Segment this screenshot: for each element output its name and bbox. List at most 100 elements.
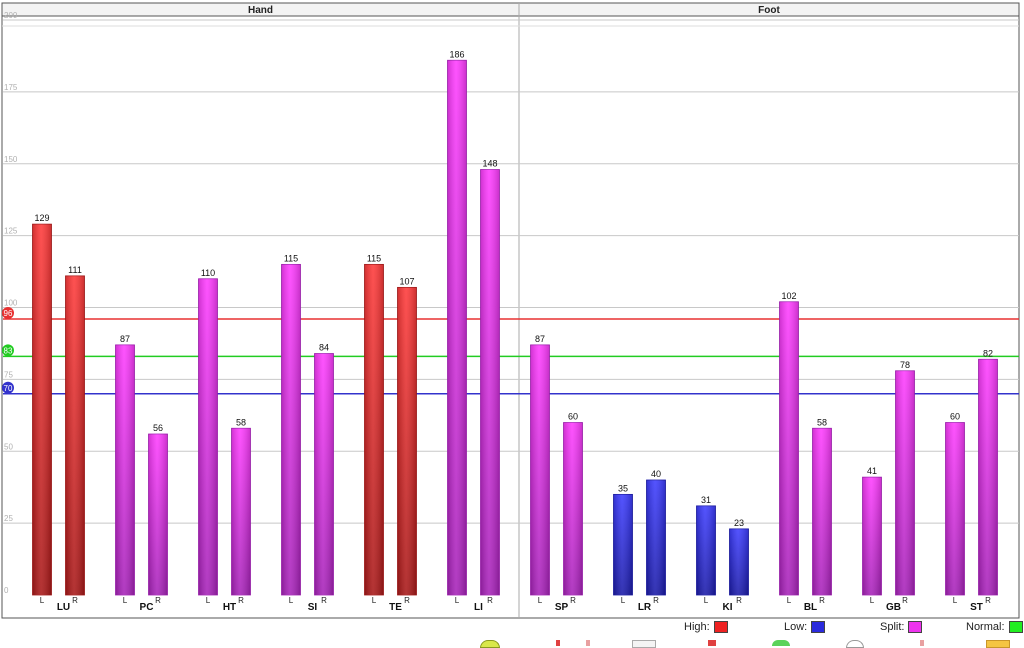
group-label-lr: LR — [638, 602, 652, 613]
bar-gb-r-shade — [895, 370, 915, 595]
y-tick-0: 0 — [4, 586, 9, 595]
bar-sp-r-shade — [563, 422, 583, 595]
toolbar-green-icon[interactable] — [772, 640, 790, 646]
value-label-pc-r: 56 — [153, 423, 163, 433]
side-label-si-r: R — [321, 596, 327, 605]
value-label-te-l: 115 — [367, 253, 381, 263]
side-label-te-r: R — [404, 596, 410, 605]
bar-li-l-shade — [447, 60, 467, 595]
value-label-lu-l: 129 — [34, 213, 49, 223]
y-tick-50: 50 — [4, 442, 13, 451]
side-label-te-l: L — [372, 596, 377, 605]
toolbar-folder-icon[interactable] — [986, 640, 1010, 648]
reference-label-83: 83 — [4, 346, 13, 355]
bar-st-l-shade — [945, 422, 965, 595]
side-label-st-l: L — [953, 596, 958, 605]
y-tick-125: 125 — [4, 227, 18, 236]
toolbar-bars-icon[interactable] — [708, 640, 716, 646]
side-label-lr-r: R — [653, 596, 659, 605]
bar-ki-l-shade — [696, 505, 716, 595]
legend-label-high: High: — [684, 621, 710, 633]
y-tick-150: 150 — [4, 155, 18, 164]
group-label-ki: KI — [723, 602, 733, 613]
bar-ht-r-shade — [231, 428, 251, 595]
bar-ht-l-shade — [198, 278, 218, 595]
value-label-ht-l: 110 — [201, 268, 215, 278]
bar-te-r-shade — [397, 287, 417, 595]
side-label-sp-r: R — [570, 596, 576, 605]
value-label-lu-r: 111 — [68, 265, 82, 275]
bar-bl-r-shade — [812, 428, 832, 595]
value-label-ki-r: 23 — [734, 518, 744, 528]
legend-item-normal: Normal: — [966, 620, 1023, 634]
group-label-bl: BL — [804, 602, 817, 613]
bar-sp-l-shade — [530, 344, 550, 595]
bar-li-r-shade — [480, 169, 500, 595]
legend-label-normal: Normal: — [966, 621, 1005, 633]
side-label-ki-l: L — [704, 596, 709, 605]
y-tick-175: 175 — [4, 83, 18, 92]
side-label-pc-l: L — [123, 596, 128, 605]
toolbar-doc-icon[interactable] — [632, 640, 656, 648]
group-label-ht: HT — [223, 602, 236, 613]
value-label-li-r: 148 — [482, 159, 497, 169]
side-label-si-l: L — [289, 596, 294, 605]
reference-label-96: 96 — [4, 309, 13, 318]
panel-title-hand: Hand — [248, 5, 273, 16]
side-label-ki-r: R — [736, 596, 742, 605]
y-tick-75: 75 — [4, 370, 13, 379]
side-label-lu-l: L — [40, 596, 45, 605]
y-tick-200: 200 — [4, 11, 18, 20]
value-label-li-l: 186 — [449, 49, 464, 59]
value-label-ki-l: 31 — [701, 495, 711, 505]
bar-ki-r-shade — [729, 528, 749, 595]
group-label-gb: GB — [886, 602, 901, 613]
value-label-si-r: 84 — [319, 343, 329, 353]
legend-item-high: High: — [684, 620, 728, 634]
value-label-bl-l: 102 — [781, 291, 796, 301]
legend-swatch-low — [811, 621, 826, 633]
value-label-gb-r: 78 — [900, 360, 910, 370]
value-label-lr-l: 35 — [618, 483, 628, 493]
value-label-st-l: 60 — [950, 412, 960, 422]
side-label-bl-l: L — [787, 596, 792, 605]
bar-si-l-shade — [281, 264, 301, 595]
bar-te-l-shade — [364, 264, 384, 595]
toolbar-ok-icon[interactable] — [480, 640, 500, 648]
panel-title-foot: Foot — [758, 5, 780, 16]
side-label-gb-r: R — [902, 596, 908, 605]
bar-gb-l-shade — [862, 477, 882, 595]
group-label-li: LI — [474, 602, 483, 613]
value-label-gb-l: 41 — [867, 466, 877, 476]
y-tick-100: 100 — [4, 299, 18, 308]
legend-label-low: Low: — [784, 621, 808, 633]
group-label-st: ST — [970, 602, 983, 613]
bar-st-r-shade — [978, 359, 998, 595]
toolbar-circle-icon[interactable] — [846, 640, 864, 648]
reference-label-70: 70 — [4, 384, 13, 393]
panel-title-bar — [1, 2, 1020, 17]
value-label-st-r: 82 — [983, 348, 993, 358]
bar-chart: Hand Foot 0 25 50 75 100 125 150 175 200 96 83 70 L… — [1, 2, 1020, 619]
toolbar-chart-icon-2[interactable] — [586, 640, 590, 646]
value-label-sp-l: 87 — [535, 334, 545, 344]
side-label-st-r: R — [985, 596, 991, 605]
group-label-te: TE — [389, 602, 402, 613]
group-label-pc: PC — [140, 602, 154, 613]
value-label-bl-r: 58 — [817, 417, 827, 427]
side-label-pc-r: R — [155, 596, 161, 605]
toolbar-red-icon[interactable] — [920, 640, 924, 646]
side-label-li-r: R — [487, 596, 493, 605]
value-label-te-r: 107 — [399, 276, 414, 286]
toolbar-chart-icon[interactable] — [556, 640, 560, 646]
bar-lu-l-shade — [32, 224, 52, 595]
side-label-ht-l: L — [206, 596, 211, 605]
side-label-sp-l: L — [538, 596, 543, 605]
value-label-sp-r: 60 — [568, 412, 578, 422]
side-label-gb-l: L — [870, 596, 875, 605]
legend-swatch-high — [713, 621, 728, 633]
legend-swatch-split — [908, 621, 923, 633]
legend-item-split: Split: — [880, 620, 923, 634]
value-label-si-l: 115 — [284, 253, 298, 263]
bar-bl-l-shade — [779, 301, 799, 595]
